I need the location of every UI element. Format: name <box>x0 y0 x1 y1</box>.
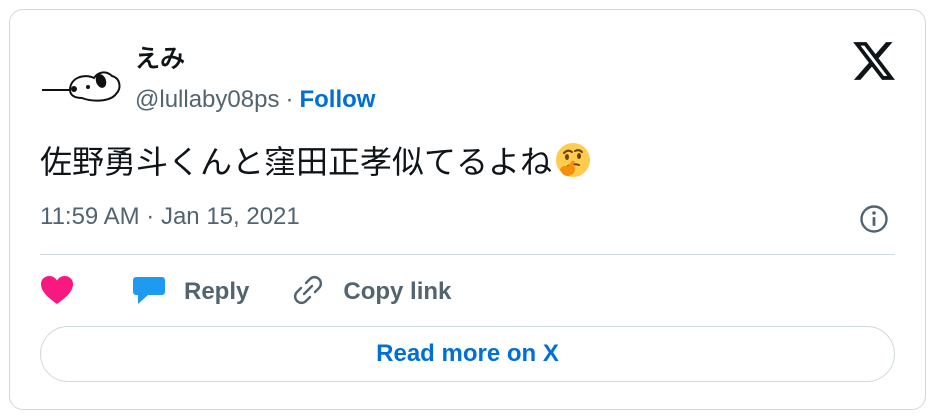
action-bar: Reply Copy link <box>40 272 451 312</box>
like-button[interactable] <box>40 275 74 310</box>
author-meta: @lullaby08ps · Follow <box>135 83 375 117</box>
avatar[interactable] <box>40 40 124 124</box>
copy-link-label: Copy link <box>343 278 452 305</box>
speech-bubble-icon <box>132 274 166 311</box>
link-icon <box>291 273 325 312</box>
tweet-card: えみ @lullaby08ps · Follow 佐野勇斗くんと窪田正孝似てるよね … <box>9 9 926 410</box>
tweet-timestamp[interactable]: 11:59 AM · Jan 15, 2021 <box>40 200 300 234</box>
x-logo-icon[interactable] <box>853 40 895 82</box>
divider <box>40 254 895 255</box>
follow-button[interactable]: Follow <box>299 86 375 113</box>
separator-dot: · <box>285 86 294 113</box>
reply-button[interactable]: Reply <box>132 274 249 311</box>
thinking-face-icon <box>554 141 592 190</box>
read-more-button[interactable]: Read more on X <box>40 326 895 382</box>
tweet-text: 佐野勇斗くんと窪田正孝似てるよね <box>40 140 592 190</box>
author-name[interactable]: えみ <box>135 42 185 76</box>
copy-link-button[interactable]: Copy link <box>291 273 451 312</box>
tweet-body: 佐野勇斗くんと窪田正孝似てるよね <box>40 144 553 180</box>
author-handle[interactable]: @lullaby08ps <box>135 86 279 113</box>
heart-icon <box>40 275 74 310</box>
reply-label: Reply <box>184 278 250 305</box>
info-icon[interactable] <box>859 204 889 234</box>
